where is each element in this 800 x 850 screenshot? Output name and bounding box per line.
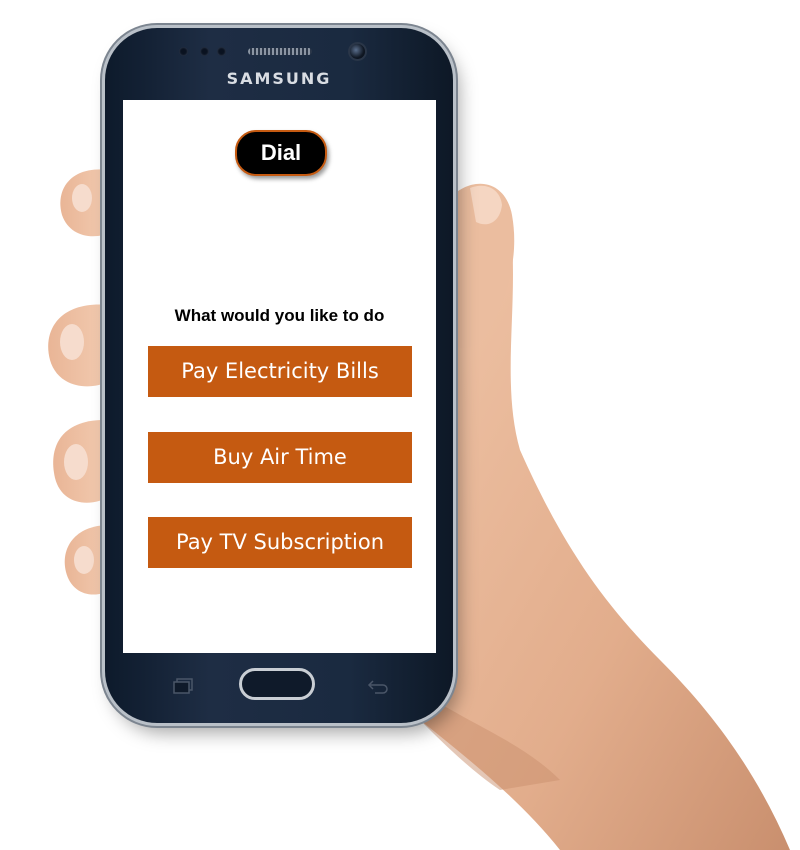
stage: SAMSUNG Dial What would you like to do P… bbox=[0, 0, 800, 850]
proximity-sensor-icon bbox=[179, 47, 188, 56]
recent-apps-icon[interactable] bbox=[173, 678, 195, 699]
phone-brand-logo: SAMSUNG bbox=[226, 69, 332, 88]
sensor-icon bbox=[217, 47, 226, 56]
earpiece-speaker bbox=[248, 48, 312, 55]
pay-tv-subscription-button[interactable]: Pay TV Subscription bbox=[148, 517, 412, 568]
back-icon[interactable] bbox=[367, 678, 389, 699]
home-button[interactable] bbox=[239, 668, 315, 700]
dial-button[interactable]: Dial bbox=[235, 130, 327, 176]
buy-air-time-button[interactable]: Buy Air Time bbox=[148, 432, 412, 483]
phone-device: SAMSUNG Dial What would you like to do P… bbox=[105, 28, 453, 723]
front-camera-icon bbox=[350, 44, 365, 59]
pay-electricity-bills-button[interactable]: Pay Electricity Bills bbox=[148, 346, 412, 397]
phone-screen: Dial What would you like to do Pay Elect… bbox=[123, 100, 436, 653]
prompt-text: What would you like to do bbox=[174, 306, 385, 325]
light-sensor-icon bbox=[200, 47, 209, 56]
